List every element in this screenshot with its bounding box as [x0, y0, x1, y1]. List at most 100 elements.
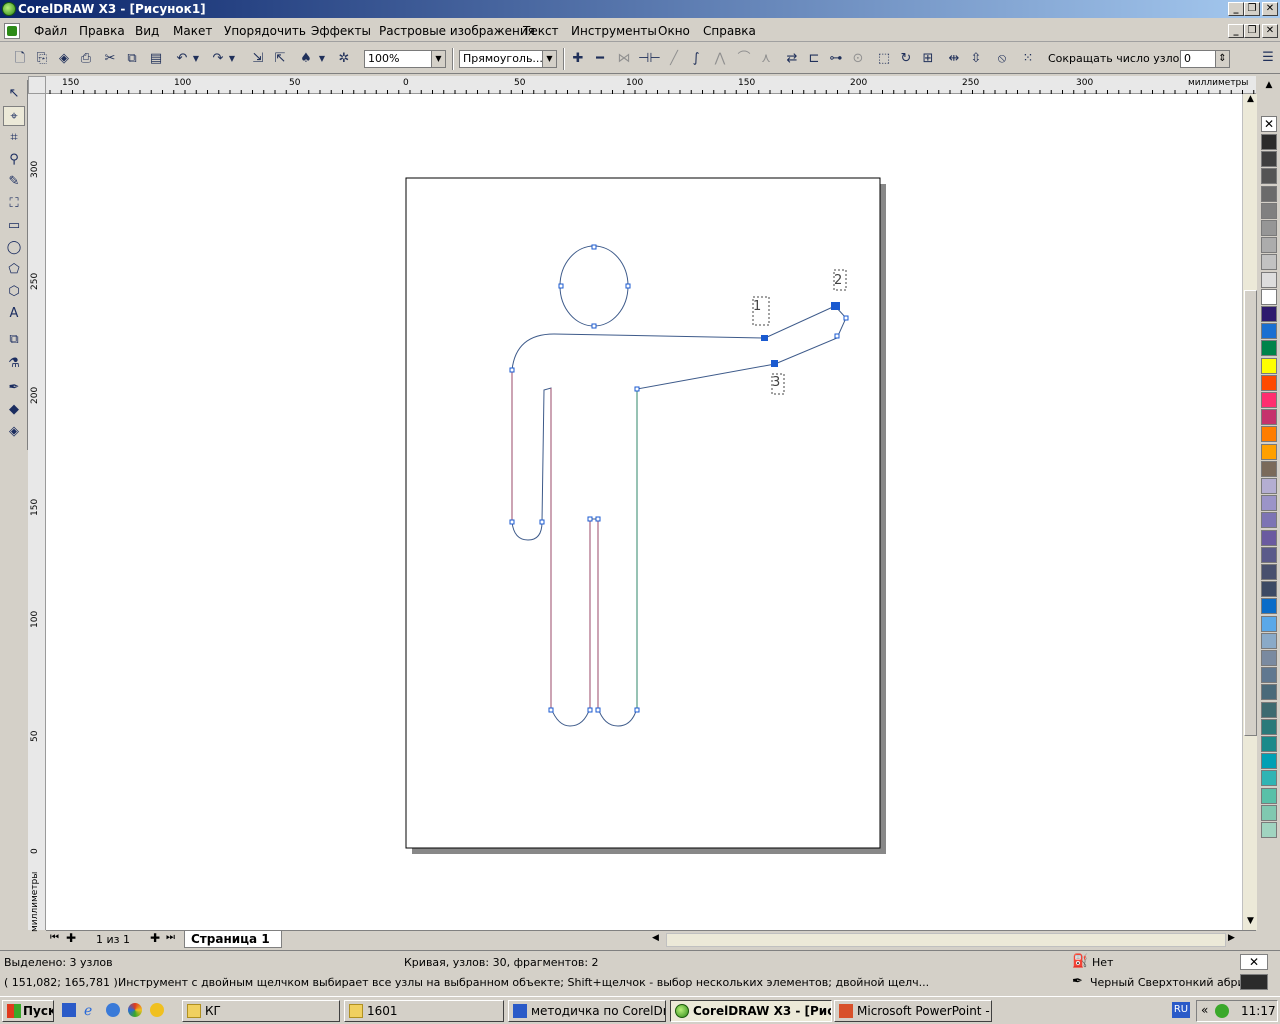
rotate-nodes-icon[interactable]: ↻	[896, 49, 916, 69]
to-curve-icon[interactable]: ∫	[686, 49, 706, 69]
menu-layout[interactable]: Макет	[173, 24, 212, 38]
pick-tool-icon[interactable]: ↖	[3, 84, 25, 104]
doc-minimize-button[interactable]: _	[1228, 24, 1244, 38]
chrome-icon[interactable]	[128, 1003, 142, 1017]
spin-icon[interactable]: ⇕	[1215, 51, 1229, 67]
color-swatch[interactable]	[1261, 478, 1277, 494]
scroll-thumb[interactable]	[1244, 290, 1257, 736]
break-curve-icon[interactable]: ⊣⊢	[638, 49, 661, 69]
eyedropper-icon[interactable]: ⚗	[3, 354, 25, 374]
color-swatch[interactable]	[1261, 271, 1277, 288]
media-player-icon[interactable]	[150, 1003, 164, 1017]
color-swatch[interactable]	[1261, 753, 1277, 770]
task-folder-kg[interactable]: КГ	[182, 1000, 340, 1022]
minimize-button[interactable]: _	[1228, 2, 1244, 16]
fill-tool-icon[interactable]: ◆	[3, 400, 25, 420]
paste-icon[interactable]: ▤	[146, 49, 166, 69]
color-swatch[interactable]	[1261, 581, 1277, 598]
task-folder-1601[interactable]: 1601	[344, 1000, 504, 1022]
browser-icon[interactable]	[106, 1003, 120, 1017]
extract-subpath-icon[interactable]: ⊶	[826, 49, 846, 69]
color-swatch[interactable]	[1261, 168, 1277, 185]
color-swatch[interactable]	[1261, 667, 1277, 684]
color-swatch[interactable]	[1261, 151, 1277, 168]
zoom-combo[interactable]: 100% ▼	[364, 50, 446, 68]
save-icon[interactable]: ◈	[54, 49, 74, 69]
close-button[interactable]: ✕	[1262, 2, 1278, 16]
color-swatch[interactable]	[1261, 512, 1277, 529]
outline-swatch[interactable]	[1240, 974, 1268, 990]
color-swatch[interactable]	[1261, 718, 1277, 735]
freehand-tool-icon[interactable]: ✎	[3, 172, 25, 192]
color-swatch[interactable]	[1261, 288, 1277, 305]
horizontal-ruler[interactable]: 150 100 50 0 50 100 150 200 250 300 милл…	[46, 76, 1256, 94]
last-page-icon[interactable]: ⏭	[166, 932, 175, 943]
color-swatch[interactable]	[1261, 134, 1277, 150]
color-swatch[interactable]	[1261, 374, 1277, 391]
tab-page-1[interactable]: Страница 1	[184, 931, 282, 948]
mode-dropdown-icon[interactable]: ▼	[542, 51, 556, 67]
polygon-tool-icon[interactable]: ⬠	[3, 260, 25, 280]
color-swatch[interactable]	[1261, 529, 1277, 546]
cut-icon[interactable]: ✂	[100, 49, 120, 69]
ellipse-tool-icon[interactable]: ◯	[3, 238, 25, 258]
color-swatch[interactable]	[1261, 787, 1277, 804]
select-all-nodes-icon[interactable]: ⁙	[1018, 49, 1038, 69]
menu-arrange[interactable]: Упорядочить	[224, 24, 306, 38]
launcher-dropdown-icon[interactable]: ▼	[316, 49, 328, 69]
align-nodes-icon[interactable]: ⊞	[918, 49, 938, 69]
menu-window[interactable]: Окно	[658, 24, 690, 38]
undo-dropdown-icon[interactable]: ▼	[190, 49, 202, 69]
color-swatch[interactable]	[1261, 443, 1277, 460]
scroll-left-icon[interactable]: ◀	[652, 933, 664, 947]
reverse-direction-icon[interactable]: ⇄	[782, 49, 802, 69]
new-icon[interactable]: 🗋	[10, 49, 30, 69]
color-swatch[interactable]	[1261, 650, 1277, 666]
add-node-icon[interactable]: ✚	[568, 49, 588, 69]
first-page-icon[interactable]: ⏮	[50, 932, 59, 943]
corel-online-icon[interactable]: ✲	[334, 49, 354, 69]
options-icon[interactable]: ☰	[1258, 48, 1278, 68]
interactive-fill-icon[interactable]: ◈	[3, 422, 25, 442]
color-swatch[interactable]	[1261, 460, 1277, 477]
outline-tool-icon[interactable]: ✒	[3, 378, 25, 398]
menu-bitmaps[interactable]: Растровые изображения	[379, 24, 535, 38]
menu-tools[interactable]: Инструменты	[571, 24, 657, 38]
text-tool-icon[interactable]: A	[3, 304, 25, 324]
no-color-swatch[interactable]: ✕	[1261, 116, 1277, 132]
import-icon[interactable]: ⇲	[248, 49, 268, 69]
interactive-blend-icon[interactable]: ⧉	[3, 330, 25, 350]
scroll-up-icon[interactable]: ▲	[1243, 94, 1258, 108]
redo-icon[interactable]: ↷	[208, 49, 228, 69]
delete-node-icon[interactable]: ━	[590, 49, 610, 69]
extend-curve-icon[interactable]: ⊏	[804, 49, 824, 69]
copy-icon[interactable]: ⧉	[122, 49, 142, 69]
elastic-mode-icon[interactable]: ⦸	[992, 49, 1012, 69]
add-page-after-icon[interactable]: ✚	[150, 931, 160, 945]
color-swatch[interactable]	[1261, 632, 1277, 649]
color-swatch[interactable]	[1261, 185, 1277, 202]
ie-icon[interactable]: ℯ	[84, 1003, 92, 1019]
export-icon[interactable]: ⇱	[270, 49, 290, 69]
redo-dropdown-icon[interactable]: ▼	[226, 49, 238, 69]
tray-app-icon[interactable]	[1215, 1004, 1229, 1018]
save-quicklaunch-icon[interactable]	[62, 1003, 76, 1017]
doc-restore-button[interactable]: ❐	[1244, 24, 1260, 38]
color-swatch[interactable]	[1261, 254, 1277, 271]
auto-close-icon[interactable]: ⊙	[848, 49, 868, 69]
zoom-tool-icon[interactable]: ⚲	[3, 150, 25, 170]
color-swatch[interactable]	[1261, 546, 1277, 563]
crop-tool-icon[interactable]: ⌗	[3, 128, 25, 148]
restore-button[interactable]: ❐	[1244, 2, 1260, 16]
color-swatch[interactable]	[1261, 822, 1277, 838]
tray-expand-icon[interactable]: «	[1201, 1003, 1208, 1017]
color-swatch[interactable]	[1261, 357, 1277, 374]
reflect-v-icon[interactable]: ⇳	[966, 49, 986, 69]
color-swatch[interactable]	[1261, 392, 1277, 408]
color-swatch[interactable]	[1261, 495, 1277, 512]
menu-view[interactable]: Вид	[135, 24, 159, 38]
rectangle-tool-icon[interactable]: ▭	[3, 216, 25, 236]
color-swatch[interactable]	[1261, 564, 1277, 580]
color-swatch[interactable]	[1261, 323, 1277, 340]
document-icon[interactable]	[4, 23, 20, 39]
